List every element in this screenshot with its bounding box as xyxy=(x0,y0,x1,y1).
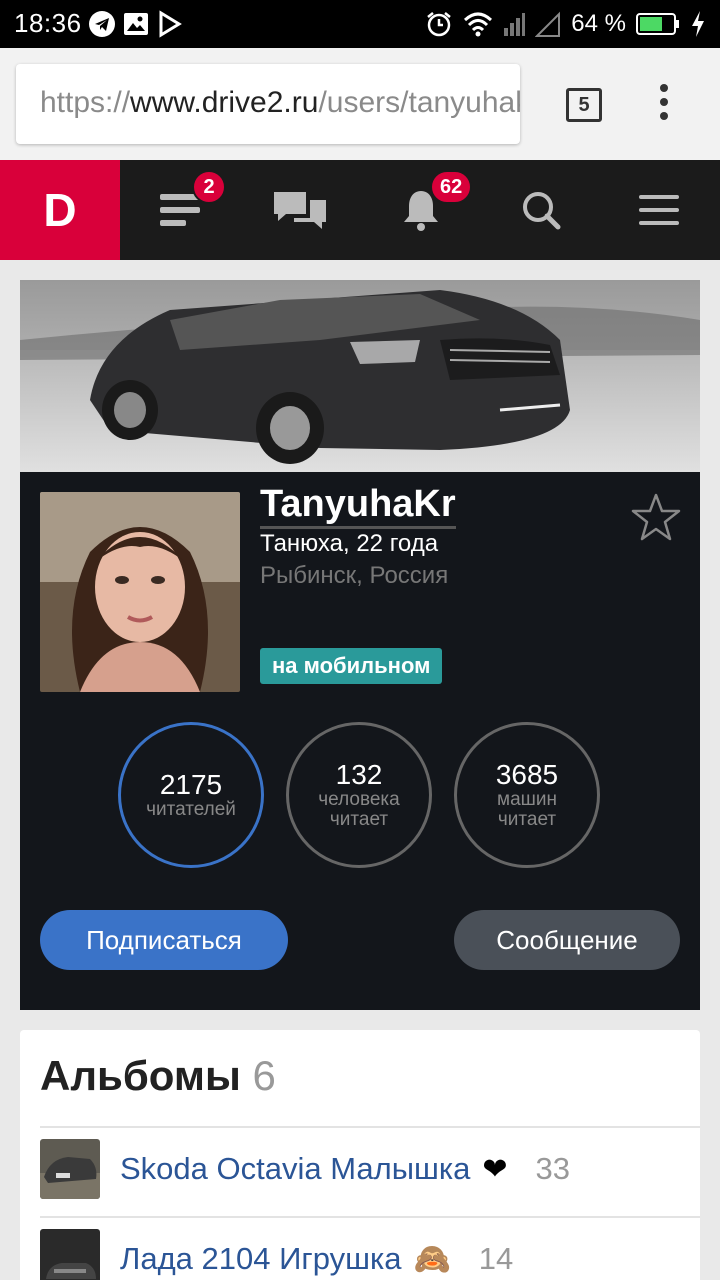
signal-icon xyxy=(504,13,526,36)
url-path: /users/tanyuhakr xyxy=(318,86,520,119)
stat-value: 3685 xyxy=(495,759,559,790)
url-text[interactable]: https://www.drive2.ru/users/tanyuhakr xyxy=(40,86,520,120)
album-item[interactable]: Лада 2104 Игрушка 🙈 14 xyxy=(40,1229,680,1280)
feed-badge: 2 xyxy=(192,170,226,204)
url-host: www.drive2.ru xyxy=(130,86,319,119)
browser-toolbar: https://www.drive2.ru/users/tanyuhakr 5 xyxy=(0,48,720,160)
heart-icon: ❤ xyxy=(482,1152,508,1186)
stat-label-2: читает xyxy=(329,809,389,830)
profile-username[interactable]: TanyuhaKr xyxy=(260,482,456,529)
albums-heading: Альбомы 6 xyxy=(40,1052,276,1100)
stat-value: 2175 xyxy=(159,769,223,800)
chat-bubbles-icon xyxy=(274,192,326,229)
message-button[interactable]: Сообщение xyxy=(454,910,680,970)
stat-label: человека xyxy=(318,789,400,810)
stat-value: 132 xyxy=(335,759,383,790)
status-bar: 18:36 64 % xyxy=(0,0,720,48)
album-photo-count: 14 xyxy=(478,1241,514,1276)
stat-label: машин xyxy=(497,789,557,810)
album-thumbnail xyxy=(40,1229,100,1280)
album-thumbnail-image xyxy=(40,1229,100,1280)
stat-following-cars[interactable]: 3685 машин читает xyxy=(454,722,600,868)
status-right-group: 64 % xyxy=(425,0,706,48)
divider xyxy=(40,1126,700,1128)
gallery-icon xyxy=(124,13,148,35)
profile-location: Рыбинск, Россия xyxy=(260,562,449,589)
album-thumbnail-image xyxy=(40,1139,100,1199)
url-bar[interactable]: https://www.drive2.ru/users/tanyuhakr xyxy=(16,64,520,144)
album-name[interactable]: Skoda Octavia Малышка xyxy=(120,1151,470,1187)
star-icon[interactable] xyxy=(630,492,682,542)
album-name[interactable]: Лада 2104 Игрушка xyxy=(120,1241,401,1277)
avatar-photo xyxy=(40,492,240,692)
profile-name-age: Танюха, 22 года xyxy=(260,530,439,557)
album-thumbnail xyxy=(40,1139,100,1199)
search-icon xyxy=(523,192,561,230)
status-time: 18:36 xyxy=(14,8,82,38)
tab-switcher-button[interactable]: 5 xyxy=(566,88,602,122)
telegram-icon xyxy=(89,11,115,37)
divider xyxy=(40,1216,700,1218)
album-photo-count: 33 xyxy=(535,1151,570,1186)
stat-following-people[interactable]: 132 человека читает xyxy=(286,722,432,868)
signal-empty-icon xyxy=(535,11,561,37)
albums-title: Альбомы xyxy=(40,1052,241,1099)
stat-readers[interactable]: 2175 читателей xyxy=(118,722,264,868)
car-cover-photo xyxy=(20,280,700,472)
messages-button[interactable] xyxy=(268,160,332,260)
battery-percent: 64 % xyxy=(571,10,626,37)
browser-menu-icon[interactable] xyxy=(652,84,676,128)
stat-label: читателей xyxy=(146,799,236,820)
stat-label-2: читает xyxy=(497,809,557,830)
mobile-status-badge: на мобильном xyxy=(260,648,443,684)
cover-image xyxy=(20,280,700,472)
wifi-icon xyxy=(464,12,493,37)
drive2-logo[interactable]: D xyxy=(0,160,120,260)
profile-card: TanyuhaKr Танюха, 22 года Рыбинск, Росси… xyxy=(20,280,700,1010)
avatar[interactable] xyxy=(40,492,240,692)
see-no-evil-monkey-icon: 🙈 xyxy=(413,1242,451,1276)
battery-icon xyxy=(636,13,679,35)
url-scheme: https:// xyxy=(40,86,131,119)
album-item[interactable]: Skoda Octavia Малышка ❤ 33 xyxy=(40,1139,680,1199)
hamburger-icon xyxy=(639,195,679,225)
charging-icon xyxy=(692,11,704,37)
alarm-icon xyxy=(427,12,452,37)
hamburger-menu-button[interactable] xyxy=(634,160,684,260)
albums-count: 6 xyxy=(252,1052,276,1099)
play-store-icon xyxy=(159,10,182,38)
site-nav-bar: D 2 62 xyxy=(0,160,720,260)
subscribe-button[interactable]: Подписаться xyxy=(40,910,288,970)
search-button[interactable] xyxy=(516,160,566,260)
notifications-badge: 62 xyxy=(430,170,473,204)
albums-section: Альбомы 6 Skoda Octavia Малышка ❤ 33 Лад… xyxy=(20,1030,700,1280)
